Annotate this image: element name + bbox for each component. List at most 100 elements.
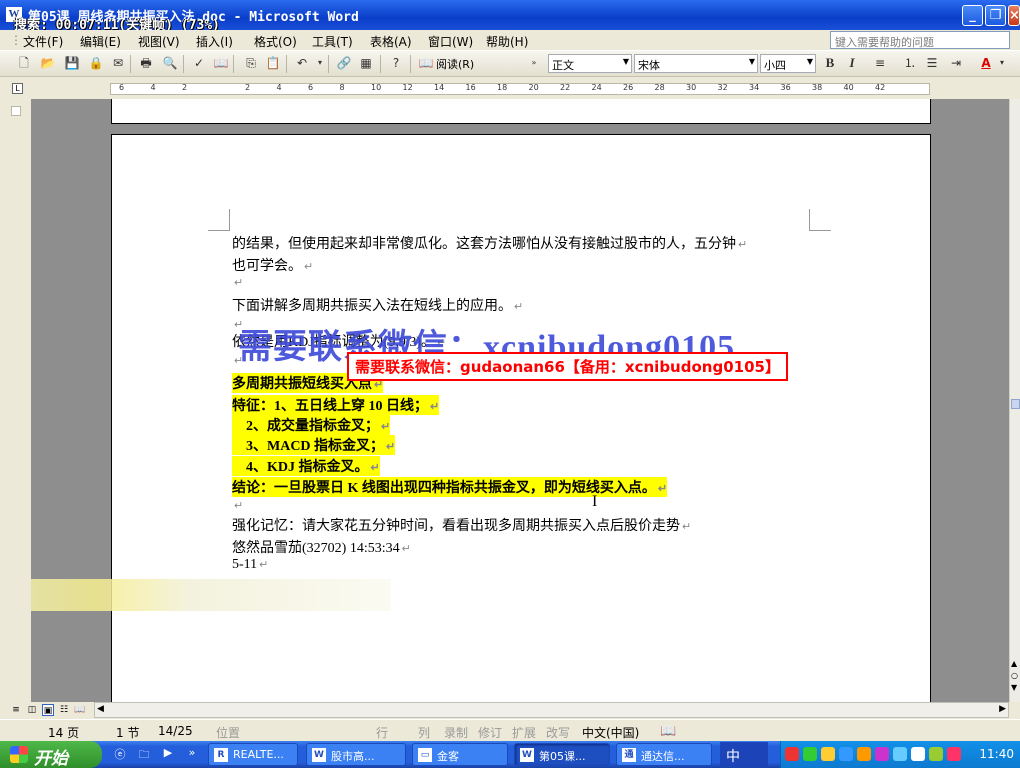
research-icon[interactable]: 📖 <box>213 55 229 71</box>
read-button[interactable]: 阅读(R) <box>436 56 474 72</box>
spelling-icon[interactable]: ✓ <box>191 55 207 71</box>
menu-window[interactable]: 窗口(W) <box>428 33 473 50</box>
ime-indicator[interactable]: 中 <box>720 742 768 767</box>
numbering-icon[interactable]: ⒈ <box>902 55 918 71</box>
browse-object-icon[interactable]: ○ <box>1011 671 1018 680</box>
document-paragraph[interactable]: 特征：1、五日线上穿 10 日线； ↵ <box>232 395 440 415</box>
prev-page-icon[interactable]: ▲ <box>1011 659 1017 668</box>
permission-icon[interactable]: 🔒 <box>88 55 104 71</box>
next-page-icon[interactable]: ▼ <box>1011 683 1017 692</box>
web-view-icon[interactable]: ◫ <box>26 704 38 716</box>
hyperlink-icon[interactable]: 🔗 <box>336 55 352 71</box>
reading-view-icon[interactable]: 📖 <box>74 704 86 716</box>
document-area[interactable]: 的结果，但使用起来却非常傻瓜化。这套方法哪怕从没有接触过股市的人，五分钟 ↵ 也可学… <box>31 99 1009 702</box>
copy-icon[interactable]: ⎘ <box>243 55 259 71</box>
tab-stop-selector[interactable]: L <box>12 83 23 94</box>
undo-dropdown-icon[interactable]: ▾ <box>312 55 328 71</box>
document-paragraph[interactable]: 下面讲解多周期共振买入法在短线上的应用。 ↵ <box>232 295 523 315</box>
paste-icon[interactable]: 📋 <box>265 55 281 71</box>
tray-security-icon[interactable] <box>857 747 871 761</box>
tray-volume-icon[interactable] <box>821 747 835 761</box>
menu-file[interactable]: 文件(F) <box>23 33 63 50</box>
read-icon[interactable]: 📖 <box>418 55 434 71</box>
quicklaunch-folder-icon[interactable]: 🗀 <box>136 746 152 762</box>
restore-button[interactable]: ❐ <box>985 5 1006 26</box>
document-page[interactable]: 的结果，但使用起来却非常傻瓜化。这套方法哪怕从没有接触过股市的人，五分钟 ↵ 也可学… <box>111 134 931 702</box>
tray-app-icon[interactable] <box>785 747 799 761</box>
bold-button[interactable]: B <box>822 55 838 71</box>
align-justify-icon[interactable]: ≡ <box>872 55 888 71</box>
help-search-input[interactable]: 键入需要帮助的问题 <box>830 31 1010 49</box>
horizontal-ruler[interactable]: 6 4 2 2 4 6 8 10 12 14 16 18 20 22 24 26 28 30 32 34 36 38 40 4… <box>110 83 930 95</box>
style-select[interactable]: 正文 ▼ <box>548 54 632 73</box>
tray-app-icon[interactable] <box>947 747 961 761</box>
status-track[interactable]: 修订 <box>478 724 502 741</box>
italic-button[interactable]: I <box>844 55 860 71</box>
menu-view[interactable]: 视图(V) <box>138 33 180 50</box>
status-record[interactable]: 录制 <box>444 724 468 741</box>
document-paragraph[interactable]: ↵ <box>232 275 243 291</box>
task-word-lesson[interactable]: W 第05课... <box>514 743 610 766</box>
document-paragraph[interactable]: 2、成交量指标金叉； ↵ <box>232 415 391 435</box>
scroll-left-icon[interactable]: ◀ <box>97 704 104 714</box>
email-icon[interactable]: ✉ <box>110 55 126 71</box>
document-paragraph[interactable]: ↵ <box>232 498 243 514</box>
vertical-scrollbar[interactable]: ▲ ○ ▼ <box>1009 99 1020 702</box>
toolbar-options-icon[interactable]: » <box>526 55 542 71</box>
save-icon[interactable]: 💾 <box>64 55 80 71</box>
tray-app-icon[interactable] <box>893 747 907 761</box>
document-paragraph[interactable]: 也可学会。 ↵ <box>232 255 313 275</box>
document-paragraph[interactable]: 结论：一旦股票日 K 线图出现四种指标共振金叉，即为短线买入点。 ↵ <box>232 477 668 497</box>
new-document-icon[interactable]: 🗋 <box>16 55 32 71</box>
close-button[interactable]: × <box>1008 5 1020 26</box>
horizontal-scrollbar[interactable]: ◀ ▶ <box>94 702 1009 718</box>
scroll-thumb[interactable] <box>1011 399 1020 409</box>
start-button[interactable]: 开始 <box>0 741 102 768</box>
document-paragraph[interactable]: 悠然品雪茄(32702) 14:53:34 ↵ <box>232 537 411 557</box>
open-icon[interactable]: 📂 <box>40 55 56 71</box>
document-paragraph[interactable]: 3、MACD 指标金叉； ↵ <box>232 435 396 455</box>
menu-table[interactable]: 表格(A) <box>370 33 412 50</box>
font-size-select[interactable]: 小四 ▼ <box>760 54 816 73</box>
document-paragraph[interactable]: 4、KDJ 指标金叉。 ↵ <box>232 456 380 476</box>
minimize-button[interactable]: _ <box>962 5 983 26</box>
quicklaunch-media-icon[interactable]: ▶ <box>160 746 176 762</box>
menu-help[interactable]: 帮助(H) <box>486 33 528 50</box>
outline-view-icon[interactable]: ☷ <box>58 704 70 716</box>
task-realte[interactable]: R REALTE... <box>208 743 298 766</box>
font-select[interactable]: 宋体 ▼ <box>634 54 758 73</box>
indent-icon[interactable]: ⇥ <box>948 55 964 71</box>
menu-format[interactable]: 格式(O) <box>254 33 297 50</box>
status-overtype[interactable]: 改写 <box>546 724 570 741</box>
document-paragraph[interactable]: 的结果，但使用起来却非常傻瓜化。这套方法哪怕从没有接触过股市的人，五分钟 ↵ <box>232 233 747 253</box>
print-preview-icon[interactable]: 🔍 <box>162 55 178 71</box>
tray-app-icon[interactable] <box>911 747 925 761</box>
tray-app-icon[interactable] <box>875 747 889 761</box>
font-color-dropdown-icon[interactable]: ▾ <box>994 55 1010 71</box>
task-tdx[interactable]: 通通达信... <box>616 743 712 766</box>
scroll-right-icon[interactable]: ▶ <box>999 704 1006 714</box>
menu-tools[interactable]: 工具(T) <box>312 33 353 50</box>
spelling-status-icon[interactable]: 📖 <box>660 724 676 739</box>
tray-app-icon[interactable] <box>929 747 943 761</box>
bullets-icon[interactable]: ☰ <box>924 55 940 71</box>
document-paragraph[interactable]: 强化记忆：请大家花五分钟时间，看看出现多周期共振买入点后股价走势 ↵ <box>232 515 691 535</box>
print-icon[interactable]: 🖶 <box>138 55 154 71</box>
status-extend[interactable]: 扩展 <box>512 724 536 741</box>
undo-icon[interactable]: ↶ <box>294 55 310 71</box>
help-icon[interactable]: ? <box>388 55 404 71</box>
normal-view-icon[interactable]: ≡ <box>10 704 22 716</box>
taskbar-clock[interactable]: 11:40 <box>979 747 1014 761</box>
table-icon[interactable]: ▦ <box>358 55 374 71</box>
document-paragraph[interactable]: 5-11 ↵ <box>232 557 268 573</box>
menu-edit[interactable]: 编辑(E) <box>80 33 121 50</box>
font-color-button[interactable]: A <box>978 55 994 71</box>
tray-messenger-icon[interactable] <box>839 747 853 761</box>
tray-network-icon[interactable] <box>803 747 817 761</box>
quicklaunch-ie-icon[interactable]: ⓔ <box>112 746 128 762</box>
task-jinke[interactable]: ▭ 金客 <box>412 743 508 766</box>
menu-insert[interactable]: 插入(I) <box>196 33 233 50</box>
print-view-icon[interactable]: ▣ <box>42 704 54 716</box>
quicklaunch-more-icon[interactable]: » <box>184 746 200 762</box>
task-stock[interactable]: W 股市高... <box>306 743 406 766</box>
